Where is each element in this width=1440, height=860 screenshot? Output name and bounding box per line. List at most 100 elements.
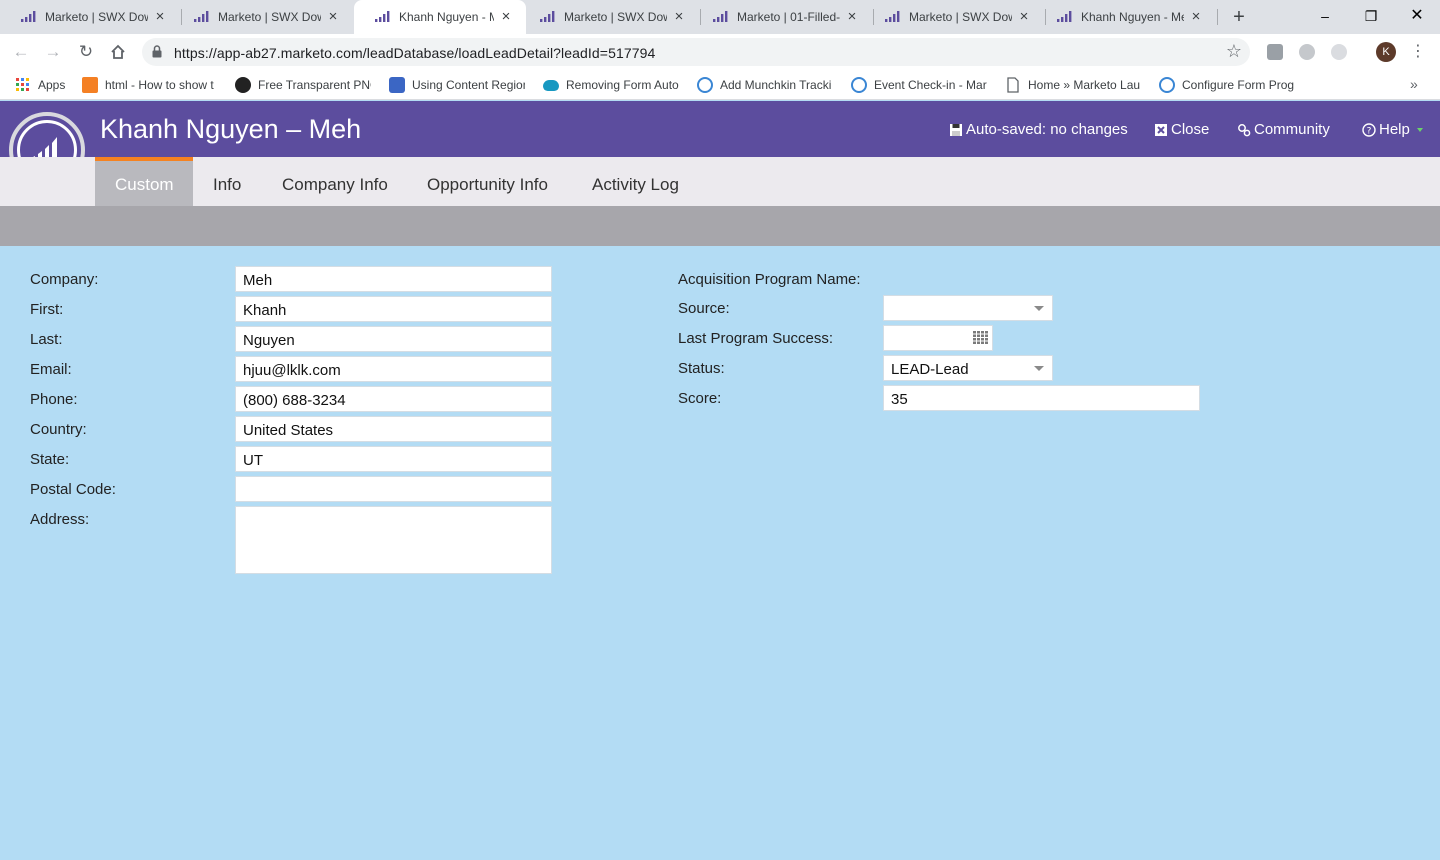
postal-code-field[interactable] xyxy=(235,476,552,502)
marketo-favicon-icon xyxy=(375,11,390,22)
p-icon xyxy=(389,77,405,93)
close-x-icon xyxy=(1155,123,1167,136)
autosave-status: Auto-saved: no changes xyxy=(949,121,1128,138)
tab-close-icon[interactable]: × xyxy=(152,9,168,25)
bookmark-star-icon[interactable]: ☆ xyxy=(1226,41,1242,62)
bookmark-label: Free Transparent PNG xyxy=(258,78,371,92)
browser-tab-title: Marketo | SWX Dow xyxy=(218,10,321,24)
tab-custom[interactable]: Custom xyxy=(95,157,193,206)
community-link[interactable]: Community xyxy=(1237,121,1330,138)
tab-company-info[interactable]: Company Info xyxy=(262,157,408,206)
chevron-down-icon xyxy=(1416,127,1423,132)
bookmark-item[interactable]: Using Content Region xyxy=(389,76,525,94)
tab-close-icon[interactable]: × xyxy=(325,9,341,25)
status-label: Status: xyxy=(678,360,725,377)
last-name-label: Last: xyxy=(30,331,63,348)
tab-close-icon[interactable]: × xyxy=(1188,9,1204,25)
browser-tab[interactable]: Marketo | SWX Dow × xyxy=(0,0,180,34)
tab-info[interactable]: Info xyxy=(193,157,261,206)
browser-tab[interactable]: Marketo | 01-Filled- × xyxy=(692,0,872,34)
minimize-window-button[interactable]: – xyxy=(1310,5,1340,27)
marketo-circle-icon xyxy=(697,77,713,93)
last-name-field[interactable]: Nguyen xyxy=(235,326,552,352)
calendar-icon[interactable] xyxy=(973,331,988,344)
close-window-button[interactable]: ✕ xyxy=(1402,5,1432,27)
browser-tab-title: Marketo | SWX Dow xyxy=(564,10,667,24)
svg-text:?: ? xyxy=(1367,126,1372,136)
bookmark-item[interactable]: Event Check-in - Mar xyxy=(851,76,987,94)
tab-close-icon[interactable]: × xyxy=(498,9,514,25)
bookmark-label: Configure Form Prog xyxy=(1182,78,1295,92)
tab-close-icon[interactable]: × xyxy=(671,9,687,25)
browser-tab-title: Marketo | 01-Filled- xyxy=(737,10,840,24)
reload-icon[interactable]: ↻ xyxy=(75,41,97,63)
tab-activity-log[interactable]: Activity Log xyxy=(572,157,699,206)
bookmark-item[interactable]: Home » Marketo Lau xyxy=(1005,76,1141,94)
postal-code-label: Postal Code: xyxy=(30,481,116,498)
bookmark-label: Apps xyxy=(38,78,66,92)
extension-circle-icon[interactable] xyxy=(1331,44,1347,60)
address-label: Address: xyxy=(30,511,90,528)
browser-tab-title: Khanh Nguyen - Me xyxy=(399,10,494,24)
stackoverflow-icon xyxy=(82,77,98,93)
bookmark-item[interactable]: Configure Form Prog xyxy=(1159,76,1295,94)
bookmark-item[interactable]: Add Munchkin Tracki xyxy=(697,76,833,94)
phone-field[interactable]: (800) 688-3234 xyxy=(235,386,552,412)
score-label: Score: xyxy=(678,390,722,407)
bookmarks-overflow-icon[interactable]: » xyxy=(1410,76,1418,92)
address-bar[interactable]: https://app-ab27.marketo.com/leadDatabas… xyxy=(142,38,1250,66)
new-tab-button[interactable]: + xyxy=(1228,7,1250,27)
first-name-field[interactable]: Khanh xyxy=(235,296,552,322)
bookmark-label: html - How to show t xyxy=(105,78,214,92)
salesforce-cloud-icon xyxy=(543,79,559,91)
last-program-success-label: Last Program Success: xyxy=(678,330,834,347)
status-select[interactable]: LEAD-Lead xyxy=(883,355,1053,381)
email-label: Email: xyxy=(30,361,72,378)
browser-tab-title: Marketo | SWX Dow xyxy=(45,10,148,24)
state-label: State: xyxy=(30,451,70,468)
marketo-favicon-icon xyxy=(713,11,728,22)
lead-detail-header: Khanh Nguyen – Meh Auto-saved: no change… xyxy=(0,101,1440,157)
browser-menu-icon[interactable]: ⋮ xyxy=(1410,42,1426,62)
marketo-favicon-icon xyxy=(21,11,36,22)
last-program-success-date-field[interactable] xyxy=(883,325,993,351)
source-select[interactable] xyxy=(883,295,1053,321)
company-label: Company: xyxy=(30,271,99,288)
company-field[interactable]: Meh xyxy=(235,266,552,292)
autosave-label: Auto-saved: no changes xyxy=(966,121,1128,138)
bookmark-item[interactable]: Removing Form Auto xyxy=(543,76,679,94)
restore-window-button[interactable]: ❐ xyxy=(1356,5,1386,27)
grammarly-extension-icon[interactable] xyxy=(1267,44,1283,60)
bookmark-item[interactable]: html - How to show t xyxy=(82,76,218,94)
community-gears-icon xyxy=(1238,123,1251,136)
browser-tab-active[interactable]: Khanh Nguyen - Me × xyxy=(354,0,526,34)
browser-tab[interactable]: Marketo | SWX Dow × xyxy=(864,0,1044,34)
score-field[interactable]: 35 xyxy=(883,385,1200,411)
email-field[interactable]: hjuu@lklk.com xyxy=(235,356,552,382)
browser-tab-title: Marketo | SWX Dow xyxy=(909,10,1012,24)
marketo-circle-icon xyxy=(1159,77,1175,93)
ublock-extension-icon[interactable] xyxy=(1299,44,1315,60)
profile-avatar[interactable]: K xyxy=(1376,42,1396,62)
tab-close-icon[interactable]: × xyxy=(844,9,860,25)
state-field[interactable]: UT xyxy=(235,446,552,472)
bookmarks-bar: Apps html - How to show t Free Transpare… xyxy=(0,70,1440,100)
tab-opportunity-info[interactable]: Opportunity Info xyxy=(407,157,568,206)
bookmark-item[interactable]: Apps xyxy=(15,76,75,94)
bookmark-item[interactable]: Free Transparent PNG xyxy=(235,76,371,94)
tab-close-icon[interactable]: × xyxy=(1016,9,1032,25)
back-arrow-icon[interactable]: ← xyxy=(10,41,32,63)
browser-tab[interactable]: Khanh Nguyen - Me × xyxy=(1036,0,1216,34)
marketo-favicon-icon xyxy=(194,11,209,22)
help-menu[interactable]: ? Help xyxy=(1362,121,1424,138)
page-title: Khanh Nguyen – Meh xyxy=(100,114,362,144)
address-field[interactable] xyxy=(235,506,552,574)
country-field[interactable]: United States xyxy=(235,416,552,442)
forward-arrow-icon[interactable]: → xyxy=(42,41,64,63)
country-label: Country: xyxy=(30,421,87,438)
browser-tab[interactable]: Marketo | SWX Dow × xyxy=(173,0,353,34)
close-button[interactable]: Close xyxy=(1154,121,1209,138)
bookmark-label: Add Munchkin Tracki xyxy=(720,78,832,92)
browser-tab[interactable]: Marketo | SWX Dow × xyxy=(519,0,699,34)
home-icon[interactable] xyxy=(107,41,129,63)
